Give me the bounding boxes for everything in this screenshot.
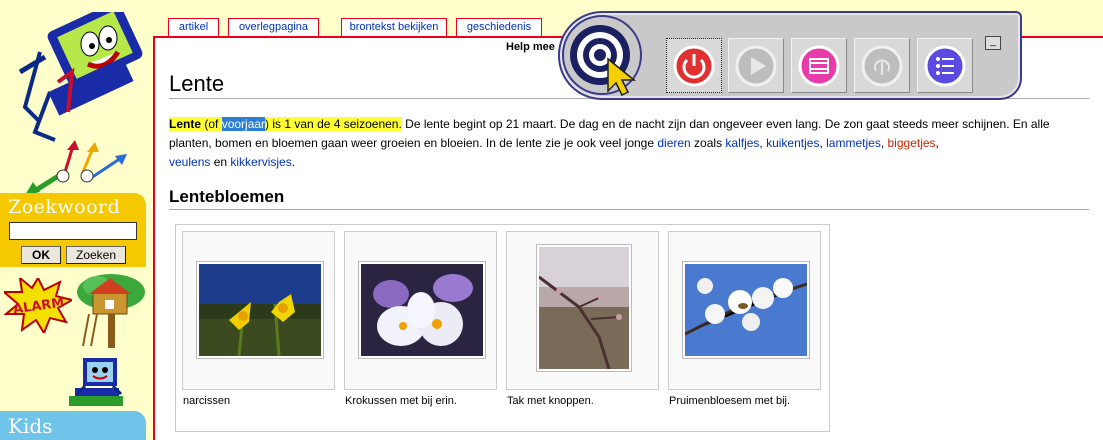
highlighted-definition: Lente (of voorjaar) is 1 van de 4 seizoe… <box>169 117 402 131</box>
text-fragment: , <box>935 136 939 150</box>
krokussen-image[interactable] <box>358 261 486 359</box>
selected-word[interactable]: voorjaar <box>221 117 266 131</box>
play-button[interactable] <box>728 38 784 93</box>
gallery-frame <box>344 231 497 390</box>
link-kikkervisjes[interactable]: kikkervisjes <box>230 155 291 169</box>
gallery-caption: Krokussen met bij erin. <box>345 395 457 407</box>
page-title: Lente <box>169 71 225 96</box>
minimize-button[interactable]: _ <box>985 36 1001 50</box>
kids-mascot-icon[interactable] <box>65 358 127 414</box>
link-kalfjes[interactable]: kalfjes <box>725 136 759 150</box>
kids-box[interactable]: Kids <box>0 411 146 440</box>
gallery-item: Tak met knoppen. <box>506 231 659 426</box>
text-fragment: , <box>880 136 888 150</box>
kids-title: Kids <box>8 414 53 438</box>
gallery-item: Krokussen met bij erin. <box>344 231 497 426</box>
search-box: Zoekwoord OK Zoeken <box>0 193 146 267</box>
ok-button[interactable]: OK <box>21 246 61 264</box>
search-title: Zoekwoord <box>8 196 121 218</box>
text-fragment: (of <box>201 117 222 131</box>
list-button[interactable] <box>917 38 973 93</box>
speaker-button[interactable] <box>854 38 910 93</box>
gallery-item: Pruimenbloesem met bij. <box>668 231 821 426</box>
search-button[interactable]: Zoeken <box>66 246 126 264</box>
section-divider <box>169 209 1089 210</box>
play-icon <box>735 45 777 86</box>
power-button[interactable] <box>666 38 722 93</box>
reader-toolbar[interactable]: _ <box>558 11 1022 100</box>
tab-brontekst-bekijken[interactable]: brontekst bekijken <box>341 18 447 37</box>
text-fragment: . <box>291 155 296 169</box>
treehouse-icon[interactable] <box>75 270 147 348</box>
gallery-caption: Pruimenbloesem met bij. <box>669 395 791 407</box>
image-gallery: narcissen Krokussen met bij erin. Tak me… <box>175 224 830 432</box>
speaker-icon <box>861 45 903 86</box>
power-icon <box>673 45 715 86</box>
pruimenbloesem-image[interactable] <box>682 261 810 359</box>
link-dieren[interactable]: dieren <box>657 136 690 150</box>
sidebar: Zoekwoord OK Zoeken ALARM Kids <box>0 0 150 440</box>
gallery-frame <box>668 231 821 390</box>
text-fragment: en <box>210 155 231 169</box>
tab-artikel[interactable]: artikel <box>168 18 219 38</box>
alarm-icon[interactable]: ALARM <box>4 278 72 333</box>
text-fragment: zoals <box>690 136 726 150</box>
list-icon <box>924 45 966 86</box>
computer-mascot-icon[interactable] <box>10 12 145 142</box>
page-button[interactable] <box>791 38 847 93</box>
tak-image[interactable] <box>536 244 632 372</box>
link-biggetjes[interactable]: biggetjes <box>888 136 936 150</box>
bold-term: Lente <box>169 117 202 131</box>
page-icon <box>798 45 840 86</box>
tab-overlegpagina[interactable]: overlegpagina <box>228 18 319 37</box>
link-kuikentjes[interactable]: kuikentjes <box>766 136 819 150</box>
gallery-item: narcissen <box>182 231 335 426</box>
section-title: Lentebloemen <box>169 187 285 206</box>
intro-paragraph: Lente (of voorjaar) is 1 van de 4 seizoe… <box>169 115 1094 172</box>
gallery-frame <box>182 231 335 390</box>
link-lammetjes[interactable]: lammetjes <box>826 136 881 150</box>
gallery-frame <box>506 231 659 390</box>
gallery-caption: narcissen <box>183 395 231 407</box>
text-fragment: ) is 1 van de 4 seizoenen. <box>265 117 402 131</box>
search-input[interactable] <box>9 222 137 240</box>
arrows-icon <box>25 140 127 195</box>
tab-geschiedenis[interactable]: geschiedenis <box>456 18 542 37</box>
link-veulens[interactable]: veulens <box>169 155 210 169</box>
narcissen-image[interactable] <box>196 261 324 359</box>
gallery-caption: Tak met knoppen. <box>507 395 594 407</box>
target-cursor-logo-icon[interactable] <box>562 15 643 96</box>
help-notice[interactable]: Help mee <box>506 41 555 53</box>
